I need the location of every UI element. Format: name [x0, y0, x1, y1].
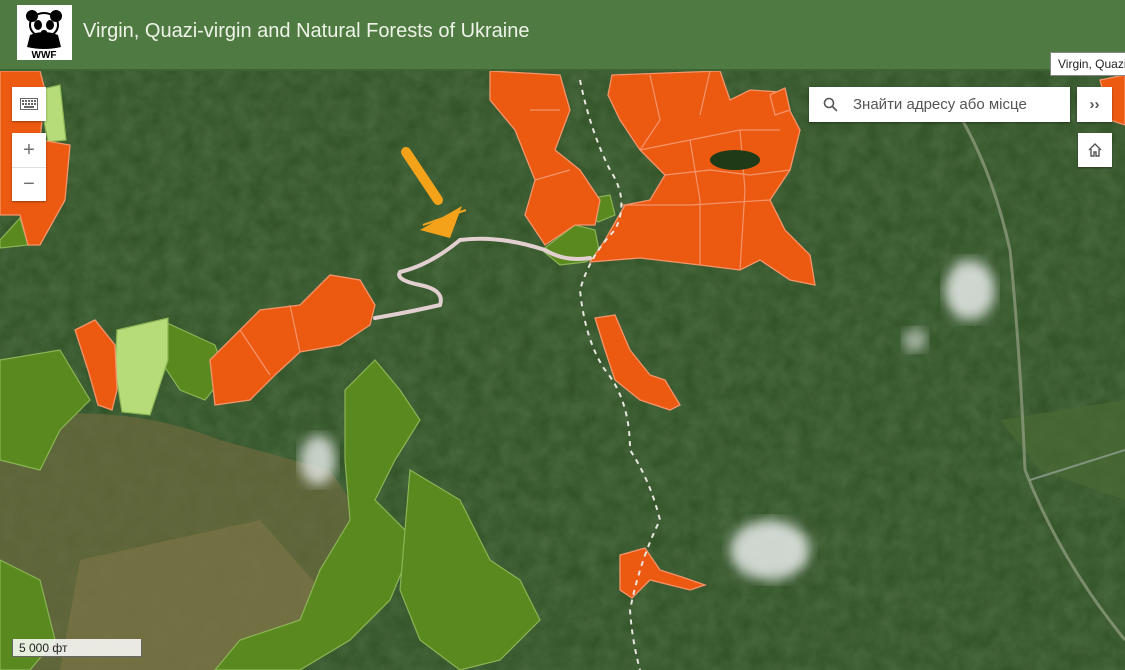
search-icon[interactable]	[809, 87, 851, 122]
keyboard-shortcuts-button[interactable]	[12, 87, 46, 121]
title-tooltip: Virgin, Quazi	[1050, 52, 1125, 76]
home-icon	[1088, 143, 1102, 157]
expand-search-button[interactable]: ››	[1077, 87, 1112, 122]
keyboard-icon	[20, 98, 38, 110]
search-input[interactable]	[851, 88, 1063, 121]
wwf-logo[interactable]: WWF	[17, 5, 72, 60]
zoom-out-button[interactable]: −	[12, 167, 46, 201]
cloud	[945, 260, 995, 320]
zoom-controls: + −	[12, 133, 46, 201]
forest-gap	[710, 150, 760, 170]
cloud	[730, 520, 810, 580]
satellite-basemap	[0, 71, 1125, 670]
cloud	[903, 328, 927, 352]
cloud	[300, 435, 336, 485]
map-view[interactable]: + − ›› 5 000 фт	[0, 71, 1125, 670]
zoom-in-button[interactable]: +	[12, 133, 46, 167]
panda-icon: WWF	[26, 10, 62, 60]
home-button[interactable]	[1078, 133, 1112, 167]
app-header: WWF Virgin, Quazi-virgin and Natural For…	[0, 0, 1125, 71]
app-title: Virgin, Quazi-virgin and Natural Forests…	[83, 20, 530, 42]
logo-text: WWF	[32, 50, 57, 60]
scale-bar: 5 000 фт	[12, 639, 142, 657]
search-box	[809, 87, 1070, 122]
